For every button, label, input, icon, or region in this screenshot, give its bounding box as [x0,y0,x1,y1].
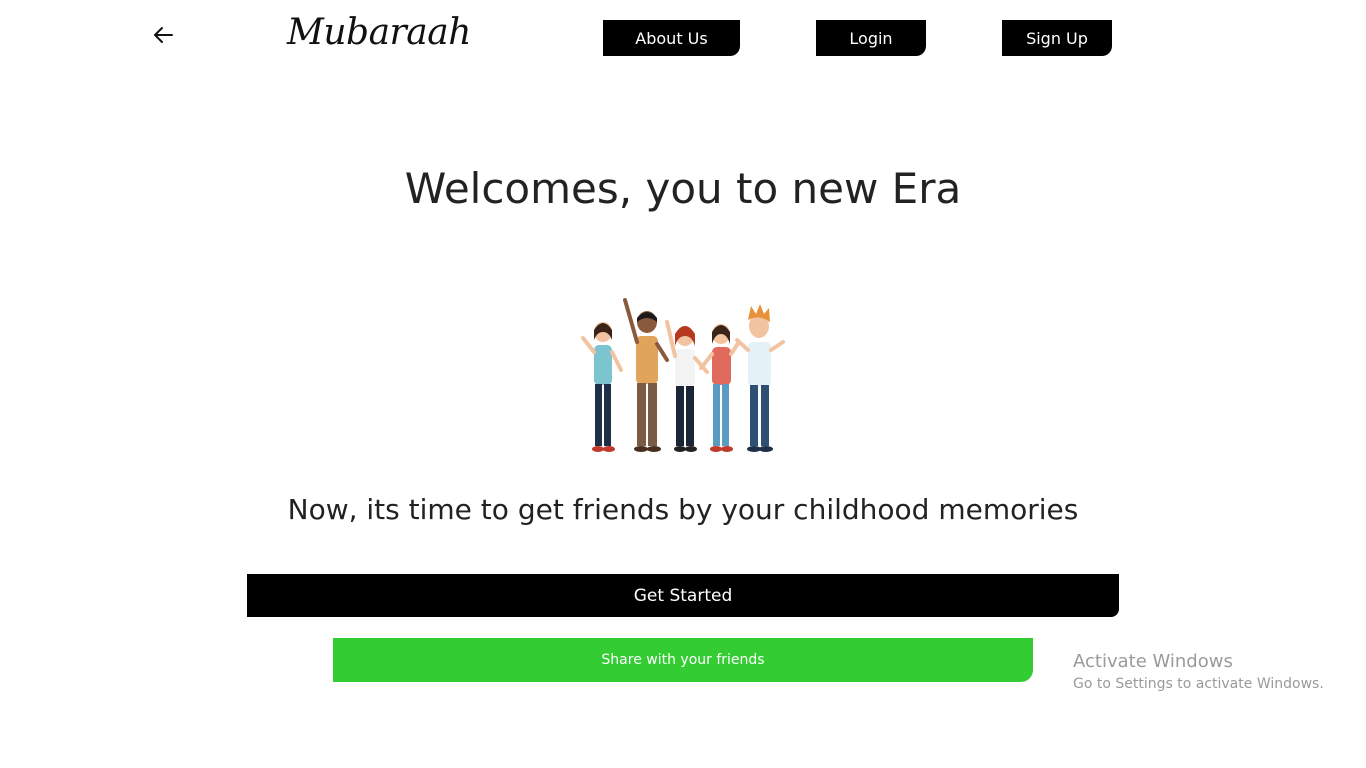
tagline: Now, its time to get friends by your chi… [287,493,1079,526]
watermark-subtitle: Go to Settings to activate Windows. [1073,676,1324,692]
arrow-left-icon [154,27,173,43]
page: Mubaraah About Us Login Sign Up Welcomes… [0,0,1366,768]
person-figure [581,322,623,452]
login-button[interactable]: Login [816,20,926,56]
share-button[interactable]: Share with your friends [333,638,1033,682]
sign-up-button[interactable]: Sign Up [1002,20,1112,56]
watermark-title: Activate Windows [1073,651,1233,672]
friends-illustration [581,298,785,452]
person-figure [735,304,785,452]
person-figure [665,320,709,452]
person-figure [699,324,741,452]
about-us-button[interactable]: About Us [603,20,740,56]
person-figure [623,298,669,452]
back-button[interactable] [148,20,178,50]
activate-windows-watermark: Activate Windows Go to Settings to activ… [1073,651,1324,692]
page-title: Welcomes, you to new Era [404,164,962,213]
get-started-button[interactable]: Get Started [247,574,1119,617]
brand-logo[interactable]: Mubaraah [287,12,471,53]
